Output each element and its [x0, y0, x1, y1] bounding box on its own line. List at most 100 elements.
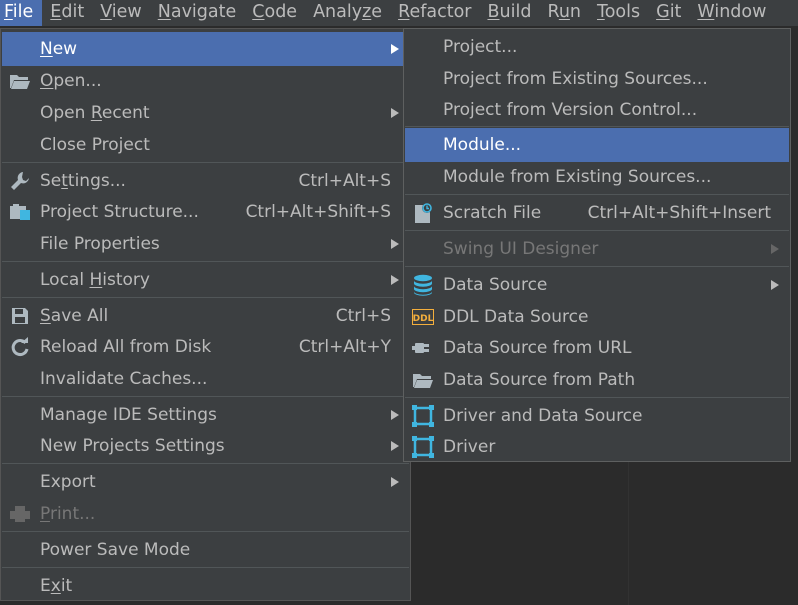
menu-build[interactable]: Build: [479, 0, 539, 26]
menu-item-project-from-version-control[interactable]: Project from Version Control...: [405, 93, 789, 127]
menu-item-label: Settings...: [40, 171, 126, 191]
submenu-arrow-icon: [391, 239, 399, 249]
menu-item-label: Power Save Mode: [40, 540, 191, 560]
menu-item-label: Project Structure...: [40, 202, 199, 222]
menu-separator: [405, 126, 789, 127]
menu-item-project-structure[interactable]: Project Structure... Ctrl+Alt+Shift+S: [2, 195, 409, 229]
submenu-arrow-icon: [771, 244, 779, 254]
menu-item-label: Print...: [40, 504, 96, 524]
menu-window[interactable]: Window: [689, 0, 774, 26]
submenu-arrow-icon: [391, 44, 399, 54]
save-icon: [8, 304, 32, 328]
menu-item-label: Module from Existing Sources...: [443, 167, 712, 187]
menu-item-open[interactable]: Open...: [2, 64, 409, 98]
database-icon: [411, 273, 435, 297]
submenu-arrow-icon: [771, 280, 779, 290]
menu-item-data-source-from-url[interactable]: Data Source from URL: [405, 331, 789, 365]
menu-separator: [405, 194, 789, 195]
menu-separator: [2, 297, 409, 298]
menu-item-label: Close Project: [40, 135, 150, 155]
driver-icon: [411, 404, 435, 428]
menu-item-label: Data Source from URL: [443, 338, 632, 358]
menu-separator: [405, 397, 789, 398]
menu-item-print[interactable]: Print...: [2, 497, 409, 531]
menu-file[interactable]: File: [0, 0, 43, 26]
menu-item-label: New Projects Settings: [40, 436, 225, 456]
submenu-arrow-icon: [391, 441, 399, 451]
menu-tools[interactable]: Tools: [589, 0, 648, 26]
menu-item-close-project[interactable]: Close Project: [2, 128, 409, 162]
menu-item-module-from-existing-sources[interactable]: Module from Existing Sources...: [405, 160, 789, 194]
wrench-icon: [8, 169, 32, 193]
menu-item-scratch-file[interactable]: Scratch File Ctrl+Alt+Shift+Insert: [405, 196, 789, 230]
menu-item-module[interactable]: Module...: [405, 128, 789, 162]
menu-item-label: Exit: [40, 576, 73, 596]
menu-item-power-save-mode[interactable]: Power Save Mode: [2, 533, 409, 567]
submenu-arrow-icon: [391, 477, 399, 487]
shortcut-label: Ctrl+Alt+Shift+S: [245, 202, 391, 222]
menu-item-label: Data Source from Path: [443, 370, 636, 390]
shortcut-label: Ctrl+Alt+Shift+Insert: [587, 203, 771, 223]
menu-item-reload-all[interactable]: Reload All from Disk Ctrl+Alt+Y: [2, 330, 409, 364]
shortcut-label: Ctrl+S: [335, 306, 391, 326]
menu-item-label: Open...: [40, 71, 102, 91]
menu-edit[interactable]: Edit: [42, 0, 92, 26]
submenu-arrow-icon: [391, 275, 399, 285]
menu-run[interactable]: Run: [539, 0, 589, 26]
menu-item-label: Swing UI Designer: [443, 239, 599, 259]
menu-item-settings[interactable]: Settings... Ctrl+Alt+S: [2, 164, 409, 198]
menu-item-label: Data Source: [443, 275, 548, 295]
menu-item-label: New: [40, 39, 78, 59]
menu-item-label: Save All: [40, 306, 109, 326]
menu-item-label: Manage IDE Settings: [40, 405, 217, 425]
menu-item-ddl-data-source[interactable]: DDL DDL Data Source: [405, 300, 789, 334]
menu-item-exit[interactable]: Exit: [2, 569, 409, 603]
menu-item-label: Module...: [443, 135, 522, 155]
menu-item-project-from-existing-sources[interactable]: Project from Existing Sources...: [405, 62, 789, 96]
menu-item-new-projects-settings[interactable]: New Projects Settings: [2, 429, 409, 463]
shortcut-label: Ctrl+Alt+S: [298, 171, 391, 191]
shortcut-label: Ctrl+Alt+Y: [298, 337, 391, 357]
menu-separator: [2, 531, 409, 532]
menu-item-project[interactable]: Project...: [405, 30, 789, 64]
menu-item-data-source[interactable]: Data Source: [405, 268, 789, 302]
file-menu: New Open... Open Recent Close Project Se…: [0, 28, 411, 601]
menu-analyze[interactable]: Analyze: [305, 0, 390, 26]
scratch-file-icon: [411, 201, 435, 225]
menu-refactor[interactable]: Refactor: [390, 0, 479, 26]
menu-bar: File Edit View Navigate Code Analyze Ref…: [0, 0, 798, 26]
menu-item-export[interactable]: Export: [2, 465, 409, 499]
menu-item-invalidate-caches[interactable]: Invalidate Caches...: [2, 362, 409, 396]
menu-separator: [2, 463, 409, 464]
menu-item-new[interactable]: New: [2, 32, 409, 66]
menu-item-file-properties[interactable]: File Properties: [2, 227, 409, 261]
menu-separator: [405, 230, 789, 231]
menu-git[interactable]: Git: [648, 0, 689, 26]
printer-icon: [8, 502, 32, 526]
menu-item-swing-ui-designer[interactable]: Swing UI Designer: [405, 232, 789, 266]
menu-item-open-recent[interactable]: Open Recent: [2, 96, 409, 130]
editor-divider: [628, 462, 629, 605]
menu-item-label: Reload All from Disk: [40, 337, 212, 357]
menu-separator: [2, 162, 409, 163]
menu-item-driver-and-data-source[interactable]: Driver and Data Source: [405, 399, 789, 433]
menu-item-local-history[interactable]: Local History: [2, 263, 409, 297]
menu-separator: [2, 396, 409, 397]
submenu-arrow-icon: [391, 410, 399, 420]
menu-navigate[interactable]: Navigate: [150, 0, 245, 26]
folder-open-icon: [411, 368, 435, 392]
menu-code[interactable]: Code: [244, 0, 305, 26]
menu-item-label: Project from Existing Sources...: [443, 69, 708, 89]
menu-item-manage-ide-settings[interactable]: Manage IDE Settings: [2, 398, 409, 432]
project-structure-icon: [8, 200, 32, 224]
plug-icon: [411, 336, 435, 360]
menu-separator: [2, 261, 409, 262]
menu-item-label: DDL Data Source: [443, 307, 589, 327]
menu-item-driver[interactable]: Driver: [405, 430, 789, 464]
menu-item-data-source-from-path[interactable]: Data Source from Path: [405, 363, 789, 397]
menu-item-label: Driver: [443, 437, 496, 457]
menu-view[interactable]: View: [92, 0, 150, 26]
menu-item-save-all[interactable]: Save All Ctrl+S: [2, 299, 409, 333]
submenu-arrow-icon: [391, 108, 399, 118]
menu-item-label: File Properties: [40, 234, 160, 254]
